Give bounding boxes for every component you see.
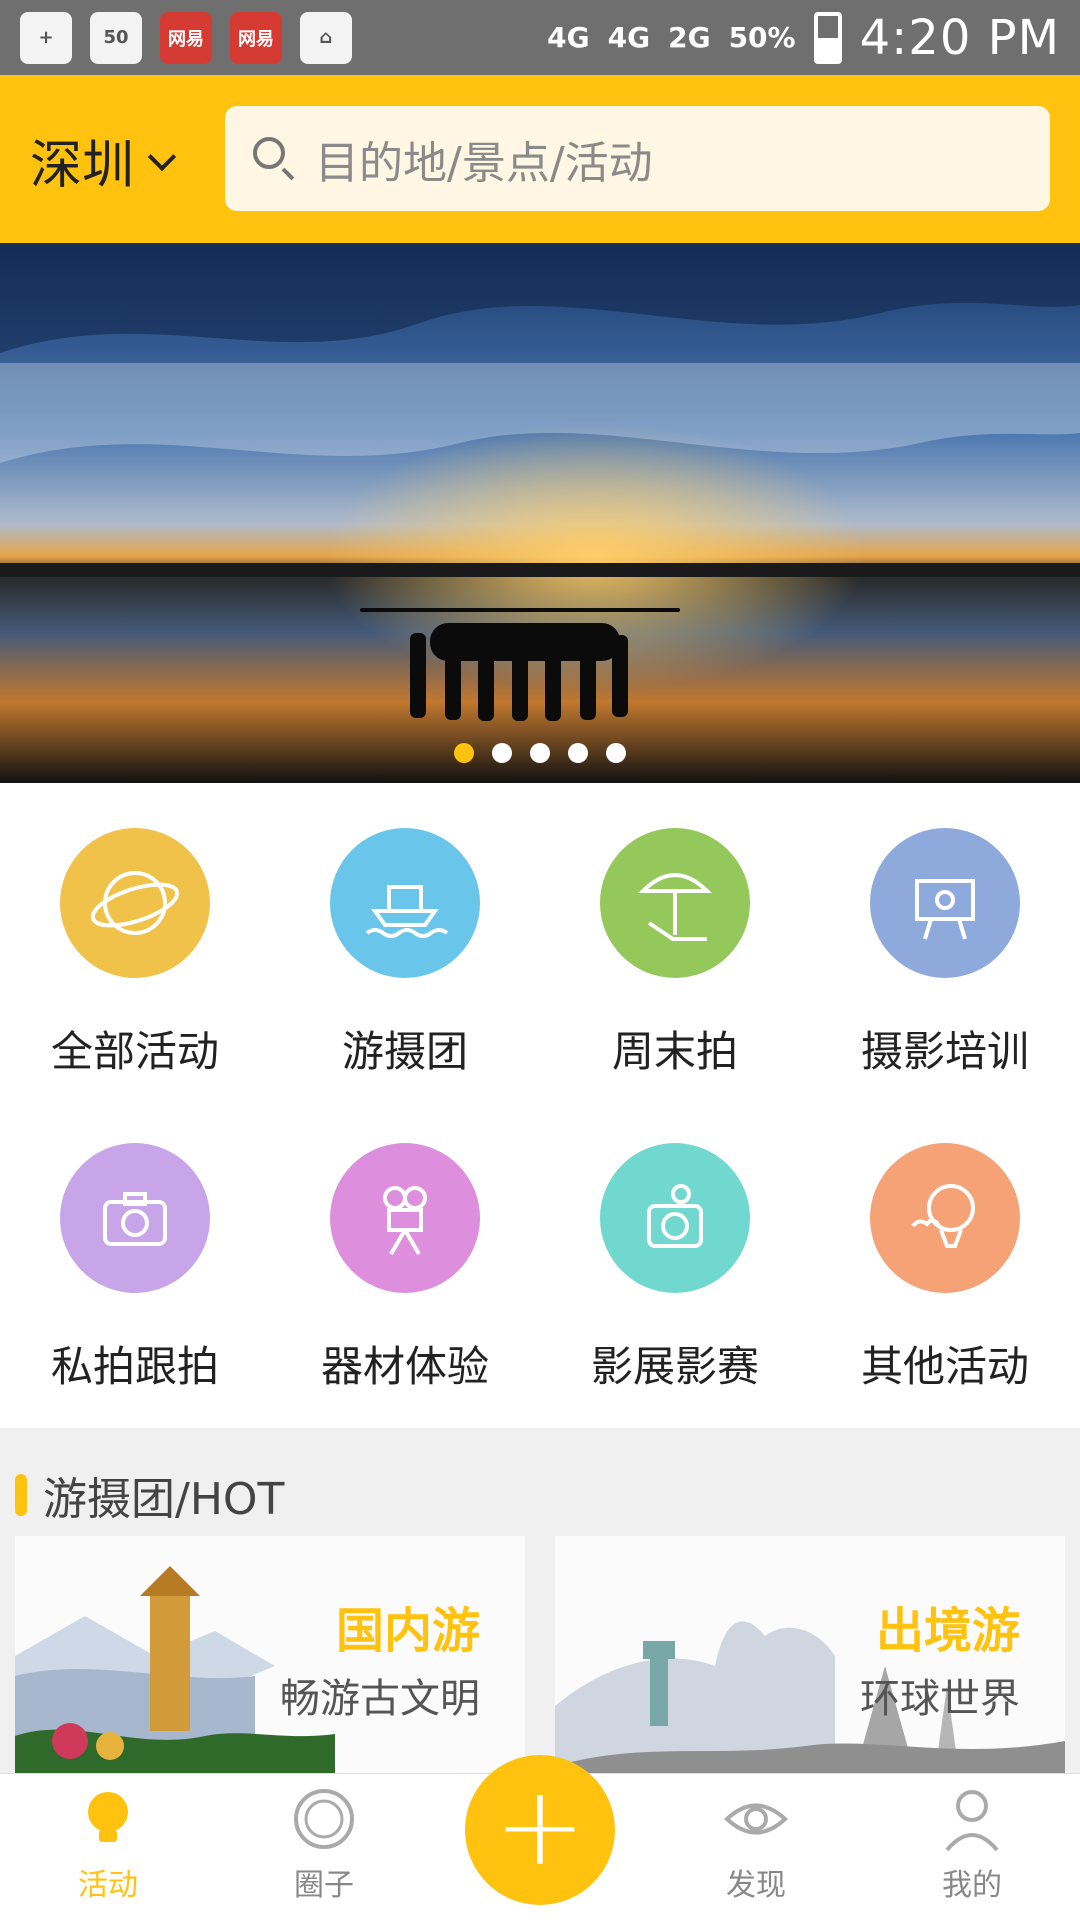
category-exhibitions-contests[interactable]: 影展影赛 <box>540 1143 810 1394</box>
city-name: 深圳 <box>30 135 135 196</box>
tab-label: 我的 <box>942 1868 1002 1903</box>
ship-icon <box>330 828 480 978</box>
category-private-shoot[interactable]: 私拍跟拍 <box>0 1143 270 1394</box>
netease-icon: 网易 <box>160 11 212 64</box>
eye-icon <box>721 1784 791 1854</box>
category-photo-training[interactable]: 摄影培训 <box>810 828 1080 1079</box>
carousel-dot[interactable] <box>568 743 588 763</box>
notification-icon: + <box>20 11 72 64</box>
search-placeholder: 目的地/景点/活动 <box>315 137 653 189</box>
category-label: 周末拍 <box>611 1027 738 1076</box>
globe-icon <box>60 828 210 978</box>
category-label: 器材体验 <box>320 1342 489 1391</box>
signal-label: 4G <box>547 21 590 54</box>
status-right: 4G 4G 2G 50% 4:20 PM <box>547 10 1060 66</box>
card-title: 国内游 <box>335 1603 480 1659</box>
chevron-down-icon <box>146 145 176 175</box>
card-subtitle: 环球世界 <box>860 1676 1020 1722</box>
camera-sun-icon <box>600 1143 750 1293</box>
section-accent-bar <box>15 1474 27 1516</box>
camera-icon <box>60 1143 210 1293</box>
status-bar: + 50 网易 网易 ⌂ 4G 4G 2G 50% 4:20 PM <box>0 0 1080 75</box>
category-weekend-shoot[interactable]: 周末拍 <box>540 828 810 1079</box>
category-label: 全部活动 <box>50 1027 219 1076</box>
carousel-dot[interactable] <box>454 743 474 763</box>
category-all-activities[interactable]: 全部活动 <box>0 828 270 1079</box>
carousel-dot[interactable] <box>606 743 626 763</box>
banner-carousel[interactable] <box>0 243 1080 783</box>
tab-circles[interactable]: 圈子 <box>216 1784 432 1904</box>
easel-camera-icon <box>870 828 1020 978</box>
category-photo-tour[interactable]: 游摄团 <box>270 828 540 1079</box>
tab-discover[interactable]: 发现 <box>648 1784 864 1904</box>
battery-icon <box>813 11 842 64</box>
category-label: 其他活动 <box>860 1342 1029 1391</box>
lightbulb-icon <box>73 1784 143 1854</box>
search-icon <box>253 136 297 181</box>
time: 4:20 PM <box>859 9 1060 66</box>
category-label: 私拍跟拍 <box>50 1342 219 1391</box>
search-input[interactable]: 目的地/景点/活动 <box>225 106 1050 211</box>
user-icon <box>937 1784 1007 1854</box>
add-button[interactable]: + <box>465 1755 615 1905</box>
app-icon: ⌂ <box>300 11 352 64</box>
card-title: 出境游 <box>875 1603 1020 1659</box>
domestic-travel-card[interactable]: 国内游 畅游古文明 <box>15 1536 525 1773</box>
hot-section: 游摄团/HOT 国内游 畅游古文明 出境游 环球世界 <box>0 1428 1080 1773</box>
tab-label: 圈子 <box>294 1868 354 1903</box>
category-label: 游摄团 <box>341 1027 468 1076</box>
tab-label: 活动 <box>78 1868 138 1903</box>
status-left: + 50 网易 网易 ⌂ <box>20 11 352 64</box>
circle-icon <box>289 1784 359 1854</box>
category-label: 影展影赛 <box>590 1342 759 1391</box>
netease-icon: 网易 <box>230 11 282 64</box>
outbound-travel-card[interactable]: 出境游 环球世界 <box>555 1536 1065 1773</box>
header: 深圳 目的地/景点/活动 <box>0 75 1080 243</box>
plus-icon: + <box>493 1762 587 1890</box>
carousel-dot[interactable] <box>530 743 550 763</box>
signal-label: 2G <box>668 21 711 54</box>
movie-camera-icon <box>330 1143 480 1293</box>
tab-label: 发现 <box>726 1868 786 1903</box>
card-subtitle: 畅游古文明 <box>280 1676 480 1722</box>
tab-activities[interactable]: 活动 <box>0 1784 216 1904</box>
carousel-indicator <box>0 743 1080 763</box>
banner-image <box>0 243 1080 783</box>
category-other-activities[interactable]: 其他活动 <box>810 1143 1080 1394</box>
notification-icon: 50 <box>90 11 142 64</box>
signal-label: 4G <box>607 21 651 54</box>
city-selector[interactable]: 深圳 <box>30 125 176 196</box>
category-grid: 全部活动 游摄团 周末拍 摄影培训 私拍跟拍 器材体验 影展影赛 其他活动 <box>0 783 1080 1428</box>
tab-profile[interactable]: 我的 <box>864 1784 1080 1904</box>
section-title: 游摄团/HOT <box>43 1474 285 1525</box>
hot-air-balloon-icon <box>870 1143 1020 1293</box>
battery-percent: 50% <box>728 21 796 54</box>
carousel-dot[interactable] <box>492 743 512 763</box>
beach-umbrella-icon <box>600 828 750 978</box>
category-equipment-trial[interactable]: 器材体验 <box>270 1143 540 1394</box>
category-label: 摄影培训 <box>860 1027 1029 1076</box>
section-header: 游摄团/HOT <box>15 1463 284 1527</box>
